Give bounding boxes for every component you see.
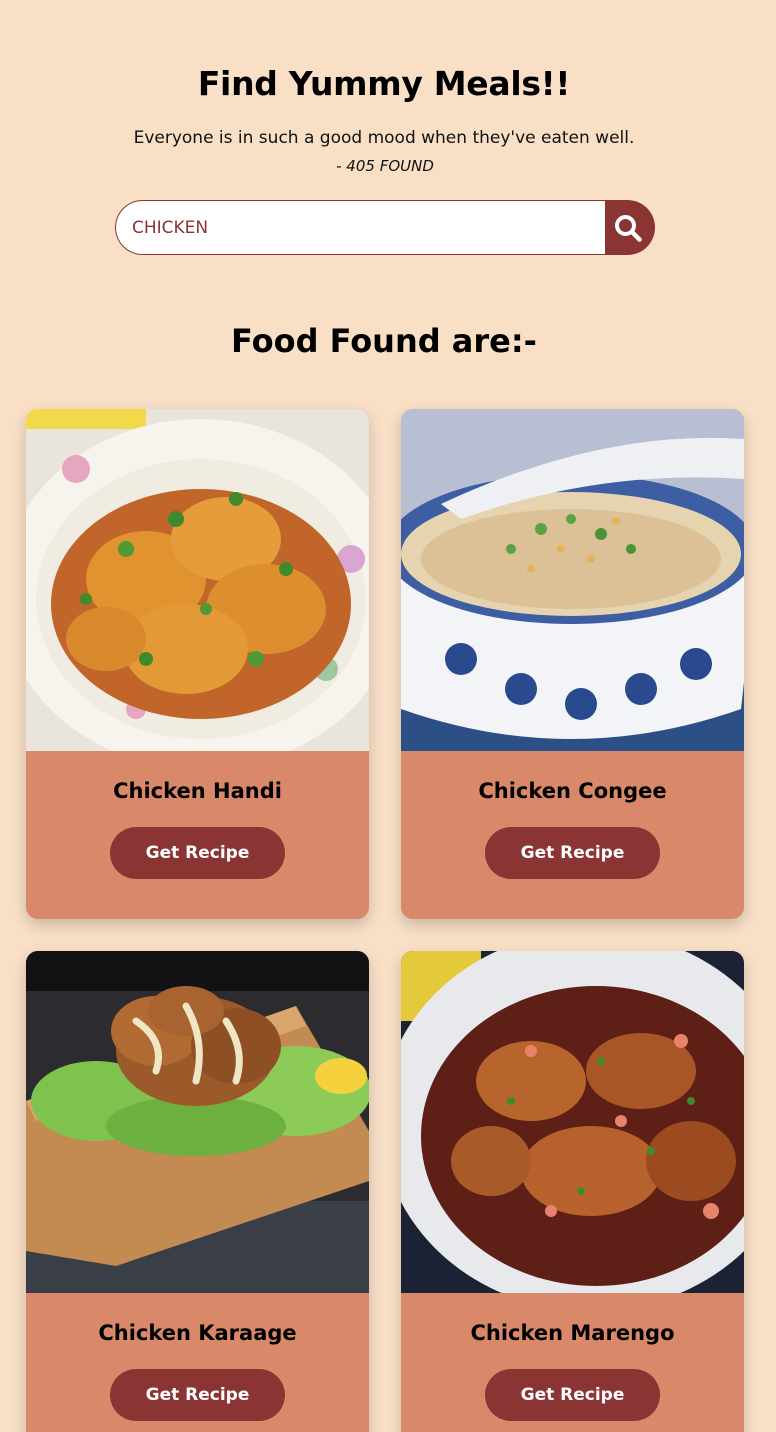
get-recipe-button[interactable]: Get Recipe xyxy=(485,1369,660,1421)
get-recipe-button[interactable]: Get Recipe xyxy=(110,1369,285,1421)
search-icon xyxy=(615,214,642,242)
tagline: Everyone is in such a good mood when the… xyxy=(133,128,635,148)
search-input[interactable] xyxy=(115,200,605,255)
meal-name: Chicken Marengo xyxy=(470,1321,675,1345)
meal-card: Chicken Karaage Get Recipe xyxy=(26,951,369,1432)
search-bar xyxy=(115,200,655,255)
page-title: Find Yummy Meals!! xyxy=(197,64,571,103)
get-recipe-button[interactable]: Get Recipe xyxy=(110,827,285,879)
search-button[interactable] xyxy=(605,200,655,255)
get-recipe-button[interactable]: Get Recipe xyxy=(485,827,660,879)
meal-image[interactable] xyxy=(26,409,369,751)
page: Find Yummy Meals!! Everyone is in such a… xyxy=(0,0,776,1432)
meal-card: Chicken Handi Get Recipe xyxy=(26,409,369,919)
results-count: - 405 FOUND xyxy=(336,157,434,175)
meal-image[interactable] xyxy=(401,951,744,1293)
results-title: Food Found are:- xyxy=(231,322,537,360)
meal-card: Chicken Congee Get Recipe xyxy=(401,409,744,919)
meal-image[interactable] xyxy=(26,951,369,1293)
meal-name: Chicken Congee xyxy=(478,779,667,803)
meal-image[interactable] xyxy=(401,409,744,751)
meal-name: Chicken Handi xyxy=(113,779,282,803)
meal-name: Chicken Karaage xyxy=(98,1321,297,1345)
meal-card: Chicken Marengo Get Recipe xyxy=(401,951,744,1432)
